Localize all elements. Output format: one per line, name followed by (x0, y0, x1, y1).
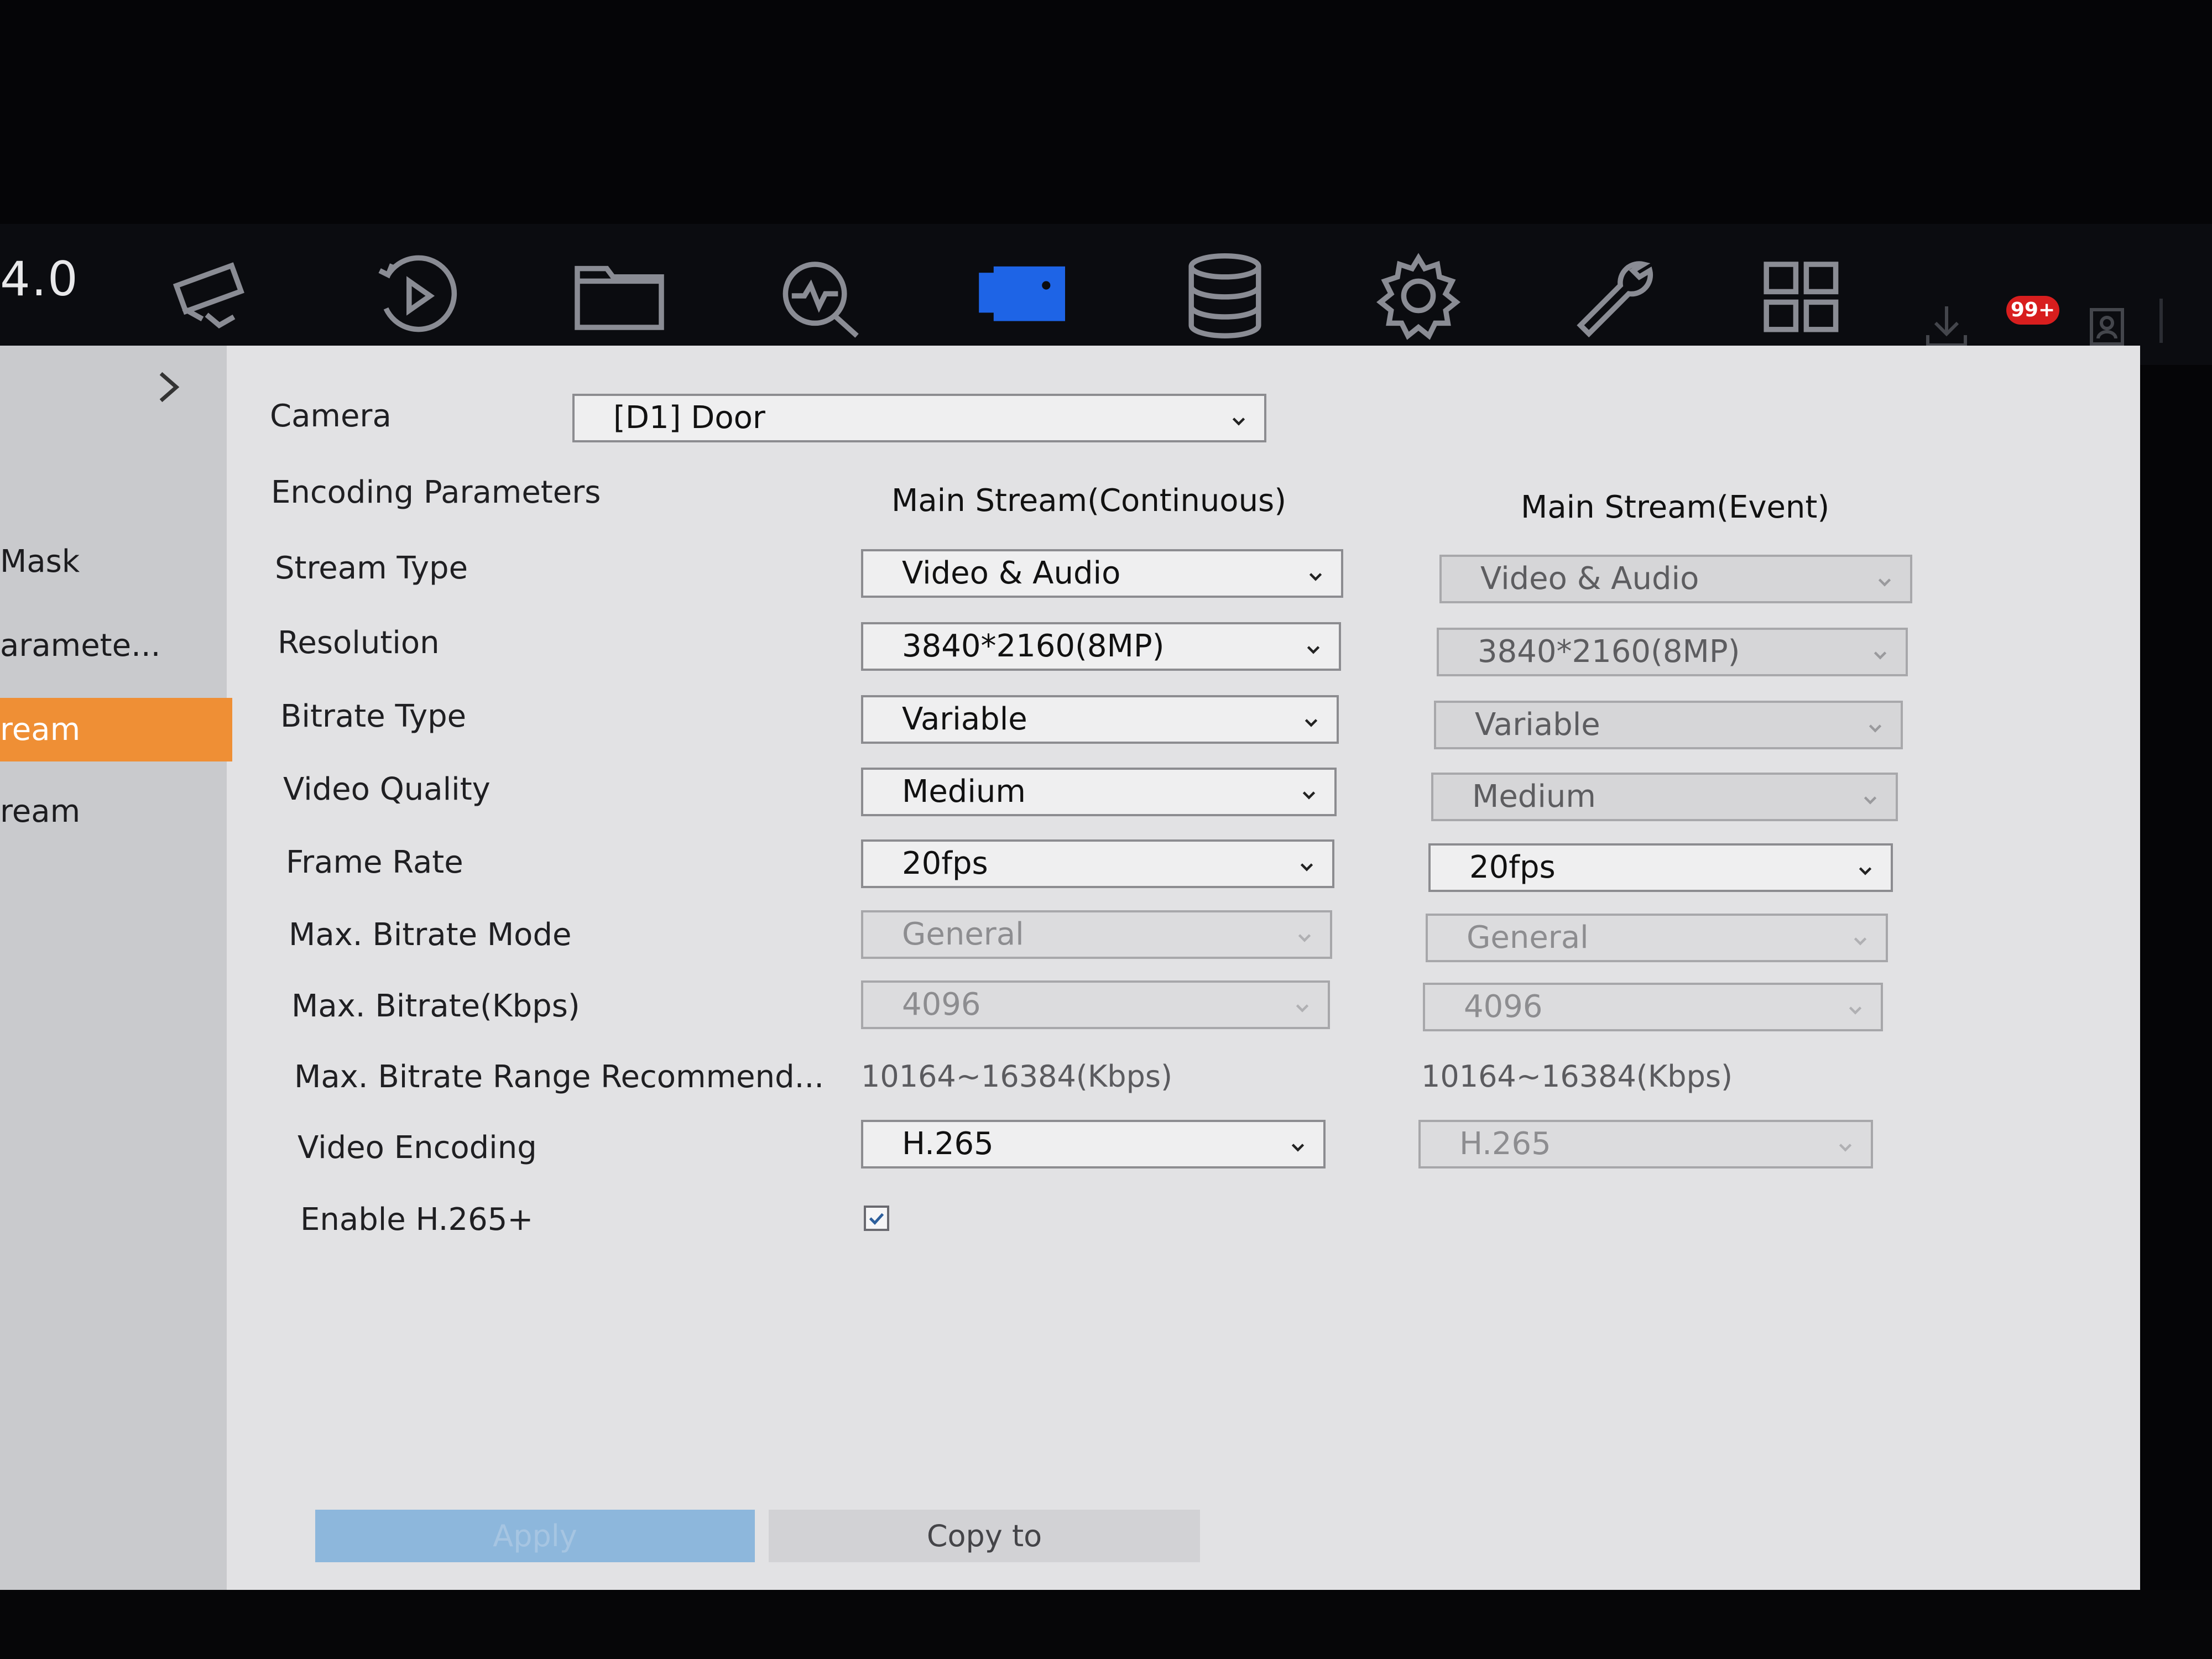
select-value: Variable (902, 701, 1027, 737)
video-quality-label: Video Quality (283, 771, 491, 807)
max-bitrate-label: Max. Bitrate(Kbps) (291, 988, 580, 1024)
maintenance-icon[interactable] (1559, 243, 1665, 348)
monitor-bezel (0, 1590, 2212, 1659)
chevron-down-icon (1302, 713, 1320, 731)
video-encoding-continuous-select[interactable]: H.265 (861, 1120, 1326, 1168)
chevron-down-icon (1871, 645, 1889, 663)
select-value: 20fps (902, 846, 988, 881)
select-value: 3840*2160(8MP) (1478, 634, 1740, 670)
max-bitrate-event-select: 4096 (1423, 983, 1883, 1031)
video-quality-continuous-select[interactable]: Medium (861, 768, 1337, 816)
bitrate-type-label: Bitrate Type (280, 698, 467, 734)
chevron-down-icon (1861, 790, 1879, 808)
chevron-down-icon (1305, 640, 1322, 658)
max-bitrate-mode-label: Max. Bitrate Mode (289, 917, 572, 953)
chevron-down-icon (1296, 928, 1313, 946)
main-stream-continuous-header: Main Stream(Continuous) (891, 483, 1287, 519)
max-bitrate-continuous-select: 4096 (861, 980, 1330, 1029)
video-record-icon[interactable] (971, 243, 1076, 348)
chevron-down-icon (1293, 998, 1311, 1016)
settings-panel (0, 346, 2140, 1590)
chevron-right-icon[interactable] (149, 368, 188, 406)
bitrate-type-continuous-select[interactable]: Variable (861, 695, 1339, 744)
chevron-down-icon (1837, 1138, 1854, 1155)
resolution-continuous-select[interactable]: 3840*2160(8MP) (861, 622, 1341, 671)
bitrate-type-event-select: Variable (1434, 701, 1903, 749)
alarm-badge[interactable]: 99+ (2006, 296, 2059, 325)
select-value: Variable (1475, 707, 1600, 743)
sidebar-item-label: aramete... (0, 628, 161, 664)
chevron-down-icon (1846, 1000, 1864, 1018)
select-value: 4096 (902, 987, 981, 1022)
main-stream-event-header: Main Stream(Event) (1521, 489, 1830, 525)
chevron-down-icon (1298, 857, 1316, 875)
select-value: H.265 (902, 1126, 994, 1162)
playback-icon[interactable] (365, 243, 470, 348)
layout-grid-icon[interactable] (1747, 243, 1853, 348)
max-bitrate-mode-continuous-select: General (861, 910, 1332, 959)
frame-rate-event-select[interactable]: 20fps (1428, 843, 1893, 892)
select-value: 4096 (1464, 989, 1543, 1025)
max-bitrate-mode-event-select: General (1426, 914, 1888, 962)
select-value: General (902, 916, 1024, 952)
version-label: 4.0 (0, 252, 79, 307)
select-value: Video & Audio (902, 555, 1121, 591)
max-bitrate-range-continuous: 10164~16384(Kbps) (861, 1059, 1173, 1094)
enable-h265plus-label: Enable H.265+ (300, 1202, 534, 1238)
select-value: 3840*2160(8MP) (902, 628, 1165, 664)
camera-select-value: [D1] Door (613, 400, 765, 436)
chevron-down-icon (1856, 861, 1874, 879)
video-encoding-label: Video Encoding (298, 1130, 537, 1166)
select-value: Video & Audio (1480, 561, 1699, 597)
folder-icon[interactable] (567, 243, 672, 348)
apply-button[interactable]: Apply (315, 1510, 755, 1562)
frame-rate-continuous-select[interactable]: 20fps (861, 839, 1334, 888)
chevron-down-icon (1300, 785, 1318, 803)
chevron-down-icon (1851, 931, 1869, 949)
camera-label: Camera (270, 398, 392, 434)
copy-to-button[interactable]: Copy to (769, 1510, 1200, 1562)
stream-type-event-select: Video & Audio (1439, 555, 1912, 603)
stream-type-continuous-select[interactable]: Video & Audio (861, 549, 1343, 598)
storage-icon[interactable] (1172, 243, 1277, 348)
resolution-label: Resolution (278, 625, 440, 661)
camera-icon[interactable] (160, 243, 265, 348)
chevron-down-icon (1230, 411, 1248, 429)
chevron-down-icon (1866, 718, 1884, 736)
sidebar-item-main-stream[interactable]: ream (0, 698, 232, 761)
sidebar-item-parameters[interactable]: aramete... (0, 614, 232, 677)
settings-icon[interactable] (1366, 243, 1471, 348)
resolution-event-select: 3840*2160(8MP) (1437, 628, 1908, 676)
enable-h265plus-checkbox[interactable] (864, 1206, 889, 1231)
select-value: General (1467, 920, 1589, 956)
sidebar-item-mask[interactable]: Mask (0, 530, 232, 593)
encoding-parameters-label: Encoding Parameters (271, 474, 601, 510)
video-quality-event-select: Medium (1431, 773, 1898, 821)
video-encoding-event-select: H.265 (1418, 1120, 1873, 1168)
stream-type-label: Stream Type (275, 550, 468, 586)
top-toolbar (0, 224, 2212, 365)
select-value: H.265 (1459, 1126, 1551, 1162)
frame-rate-label: Frame Rate (286, 844, 463, 880)
select-value: Medium (1472, 779, 1596, 815)
camera-select[interactable]: [D1] Door (572, 394, 1266, 442)
select-value: 20fps (1469, 849, 1556, 885)
max-bitrate-range-label: Max. Bitrate Range Recommend... (294, 1059, 825, 1095)
max-bitrate-range-event: 10164~16384(Kbps) (1421, 1059, 1733, 1094)
chevron-down-icon (1876, 572, 1893, 590)
toolbar-divider (2159, 299, 2163, 343)
select-value: Medium (902, 774, 1026, 810)
analytics-icon[interactable] (769, 243, 874, 348)
chevron-down-icon (1289, 1138, 1307, 1155)
chevron-down-icon (1307, 567, 1324, 585)
sidebar-item-sub-stream[interactable]: ream (0, 780, 232, 843)
